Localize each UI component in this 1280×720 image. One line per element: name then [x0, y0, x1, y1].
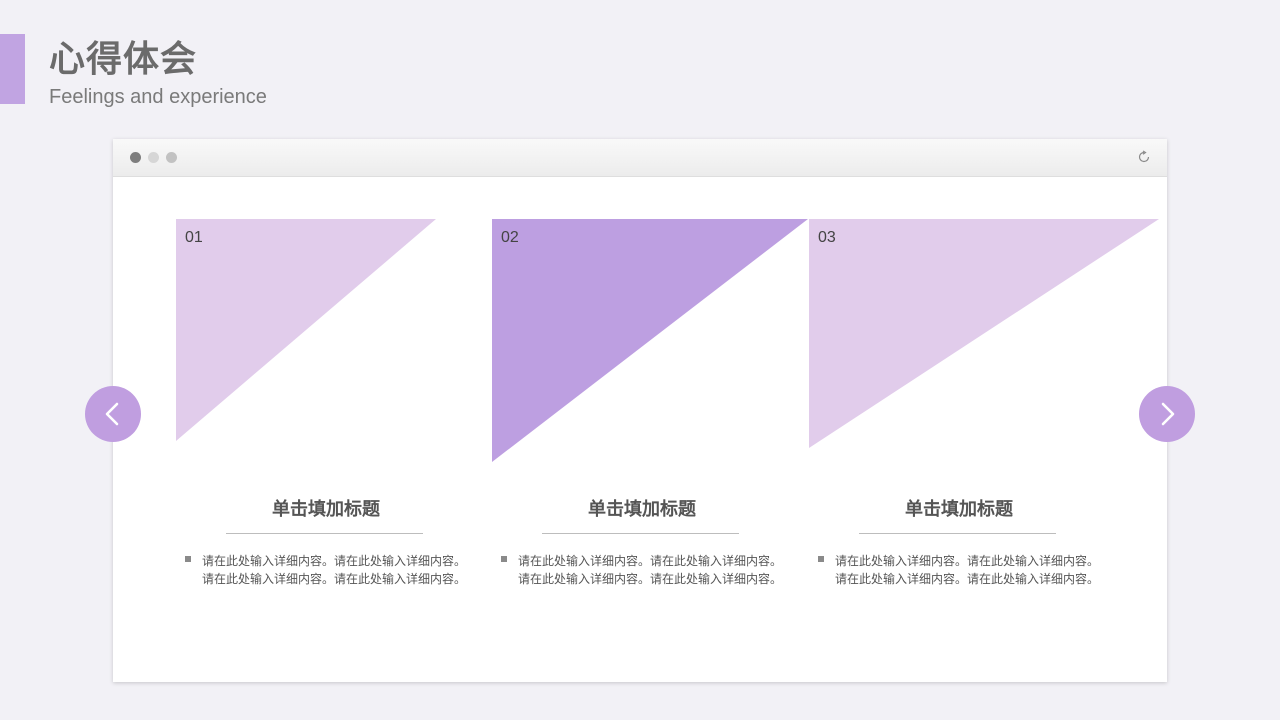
bullet-icon: [501, 556, 507, 562]
chevron-right-icon: [1161, 402, 1175, 426]
watermark-logo: PPT家园: [573, 300, 755, 437]
card-title[interactable]: 单击填加标题: [542, 495, 742, 521]
triangle-shape: [176, 219, 436, 441]
card-number: 01: [185, 229, 203, 246]
card-divider: [542, 533, 739, 534]
prev-button[interactable]: [85, 386, 141, 442]
card-number: 02: [501, 229, 519, 246]
next-button[interactable]: [1139, 386, 1195, 442]
window-dot-icon[interactable]: [148, 152, 159, 163]
card-title[interactable]: 单击填加标题: [226, 495, 426, 521]
bullet-icon: [185, 556, 191, 562]
page-subtitle: Feelings and experience: [49, 86, 267, 108]
card-divider: [226, 533, 423, 534]
refresh-icon[interactable]: [1137, 150, 1151, 164]
card-number: 03: [818, 229, 836, 246]
window-dot-icon[interactable]: [166, 152, 177, 163]
card-text[interactable]: 请在此处输入详细内容。请在此处输入详细内容。 请在此处输入详细内容。请在此处输入…: [202, 552, 472, 588]
window-title-bar: [113, 139, 1167, 177]
card-title[interactable]: 单击填加标题: [859, 495, 1059, 521]
accent-bar: [0, 34, 25, 104]
triangle-shape: [809, 219, 1159, 448]
bullet-icon: [818, 556, 824, 562]
card-text[interactable]: 请在此处输入详细内容。请在此处输入详细内容。 请在此处输入详细内容。请在此处输入…: [835, 552, 1105, 588]
window-dot-icon[interactable]: [130, 152, 141, 163]
card-text[interactable]: 请在此处输入详细内容。请在此处输入详细内容。 请在此处输入详细内容。请在此处输入…: [518, 552, 788, 588]
svg-text:PPT家园: PPT家园: [609, 301, 754, 412]
chevron-left-icon: [105, 402, 119, 426]
page-title: 心得体会: [49, 39, 198, 80]
card-divider: [859, 533, 1056, 534]
